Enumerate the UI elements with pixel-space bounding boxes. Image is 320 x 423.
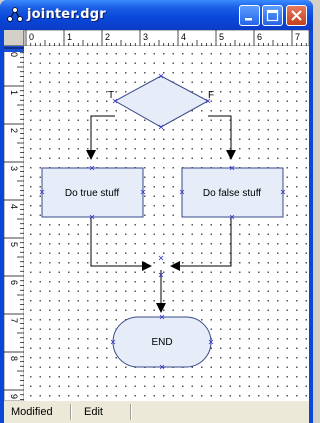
false-branch-connector[interactable] xyxy=(208,115,236,160)
decision-diamond[interactable] xyxy=(113,75,210,128)
status-separator xyxy=(70,404,72,420)
h-ruler-tick-label: 7 xyxy=(295,32,300,42)
v-ruler-tick-label: 5 xyxy=(9,242,19,247)
ruler-corner xyxy=(4,30,24,46)
document-area: 0 1 2 3 4 5 6 7 0 1 2 3 4 5 6 7 8 9 T F Do true stuff Do… xyxy=(4,30,309,401)
horizontal-ruler: 0 1 2 3 4 5 6 7 xyxy=(24,30,309,46)
v-ruler-tick-label: 0 xyxy=(9,52,19,57)
close-button[interactable] xyxy=(286,5,307,26)
minimize-icon xyxy=(245,18,252,21)
v-ruler-tick-label: 1 xyxy=(9,90,19,95)
vertical-ruler: 0 1 2 3 4 5 6 7 8 9 xyxy=(4,46,24,401)
h-ruler-tick-label: 6 xyxy=(257,32,262,42)
h-ruler-tick-label: 4 xyxy=(181,32,186,42)
status-bar: Modified Edit xyxy=(4,401,309,423)
false-box-to-joiner-connector[interactable] xyxy=(170,217,232,271)
v-ruler-tick-label: 2 xyxy=(9,128,19,133)
v-ruler-tick-label: 6 xyxy=(9,280,19,285)
false-process-label: Do false stuff xyxy=(203,188,261,199)
false-branch-label: F xyxy=(208,90,214,101)
window-title: jointer.dgr xyxy=(27,7,106,22)
diagram-app-icon xyxy=(7,7,23,22)
diagram-canvas[interactable]: T F Do true stuff Do false stuff END xyxy=(24,46,309,401)
h-ruler-tick-label: 0 xyxy=(29,32,34,42)
v-ruler-tick-label: 8 xyxy=(9,356,19,361)
status-separator xyxy=(130,404,132,420)
true-box-to-joiner-connector[interactable] xyxy=(90,217,152,271)
h-ruler-tick-label: 5 xyxy=(219,32,224,42)
maximize-button[interactable] xyxy=(262,5,283,26)
true-branch-connector[interactable] xyxy=(86,115,115,160)
h-ruler-tick-label: 1 xyxy=(67,32,72,42)
h-ruler-tick-label: 3 xyxy=(143,32,148,42)
end-label: END xyxy=(151,337,172,348)
status-modified: Modified xyxy=(11,406,53,418)
v-ruler-tick-label: 7 xyxy=(9,318,19,323)
v-ruler-tick-label: 9 xyxy=(9,394,19,399)
minimize-button[interactable] xyxy=(239,5,260,26)
close-icon xyxy=(291,10,302,21)
maximize-icon xyxy=(266,9,279,22)
true-process-label: Do true stuff xyxy=(65,188,120,199)
h-ruler-tick-label: 2 xyxy=(105,32,110,42)
diagram-svg: T F Do true stuff Do false stuff END xyxy=(39,73,286,370)
v-ruler-tick-label: 4 xyxy=(9,204,19,209)
app-window: jointer.dgr 0 1 2 3 4 5 6 7 0 1 2 3 4 5 6 7 8 9 T F Do t… xyxy=(0,0,313,423)
v-ruler-tick-label: 3 xyxy=(9,166,19,171)
title-bar[interactable]: jointer.dgr xyxy=(0,0,313,30)
status-mode: Edit xyxy=(84,406,103,418)
